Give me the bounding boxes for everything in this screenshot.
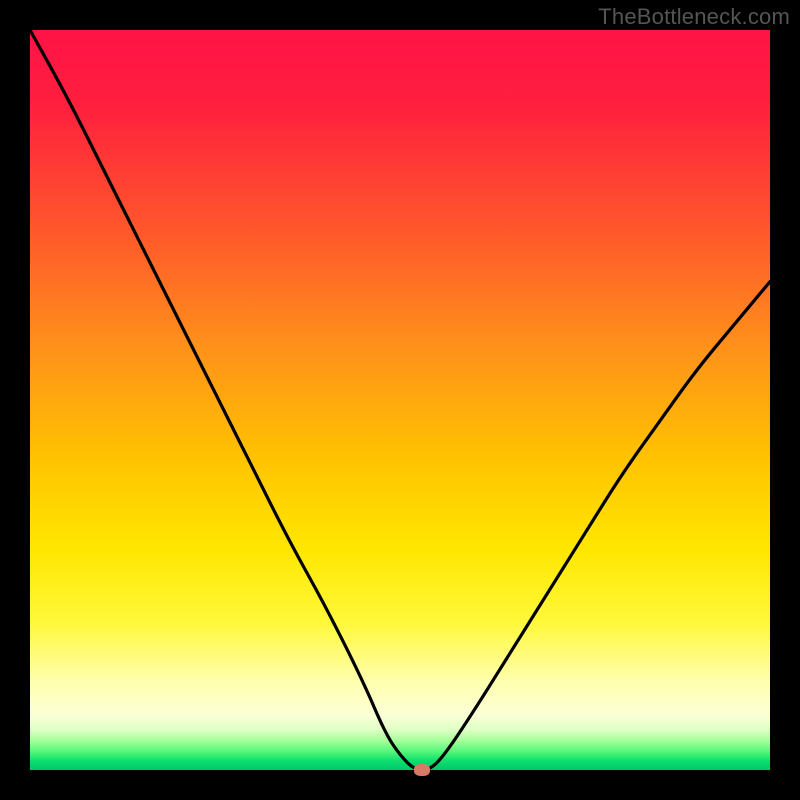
curve-layer xyxy=(30,30,770,770)
chart-frame: TheBottleneck.com xyxy=(0,0,800,800)
optimal-point-marker xyxy=(414,764,430,776)
watermark-text: TheBottleneck.com xyxy=(598,4,790,30)
bottleneck-curve-path xyxy=(30,30,770,770)
plot-area xyxy=(30,30,770,770)
